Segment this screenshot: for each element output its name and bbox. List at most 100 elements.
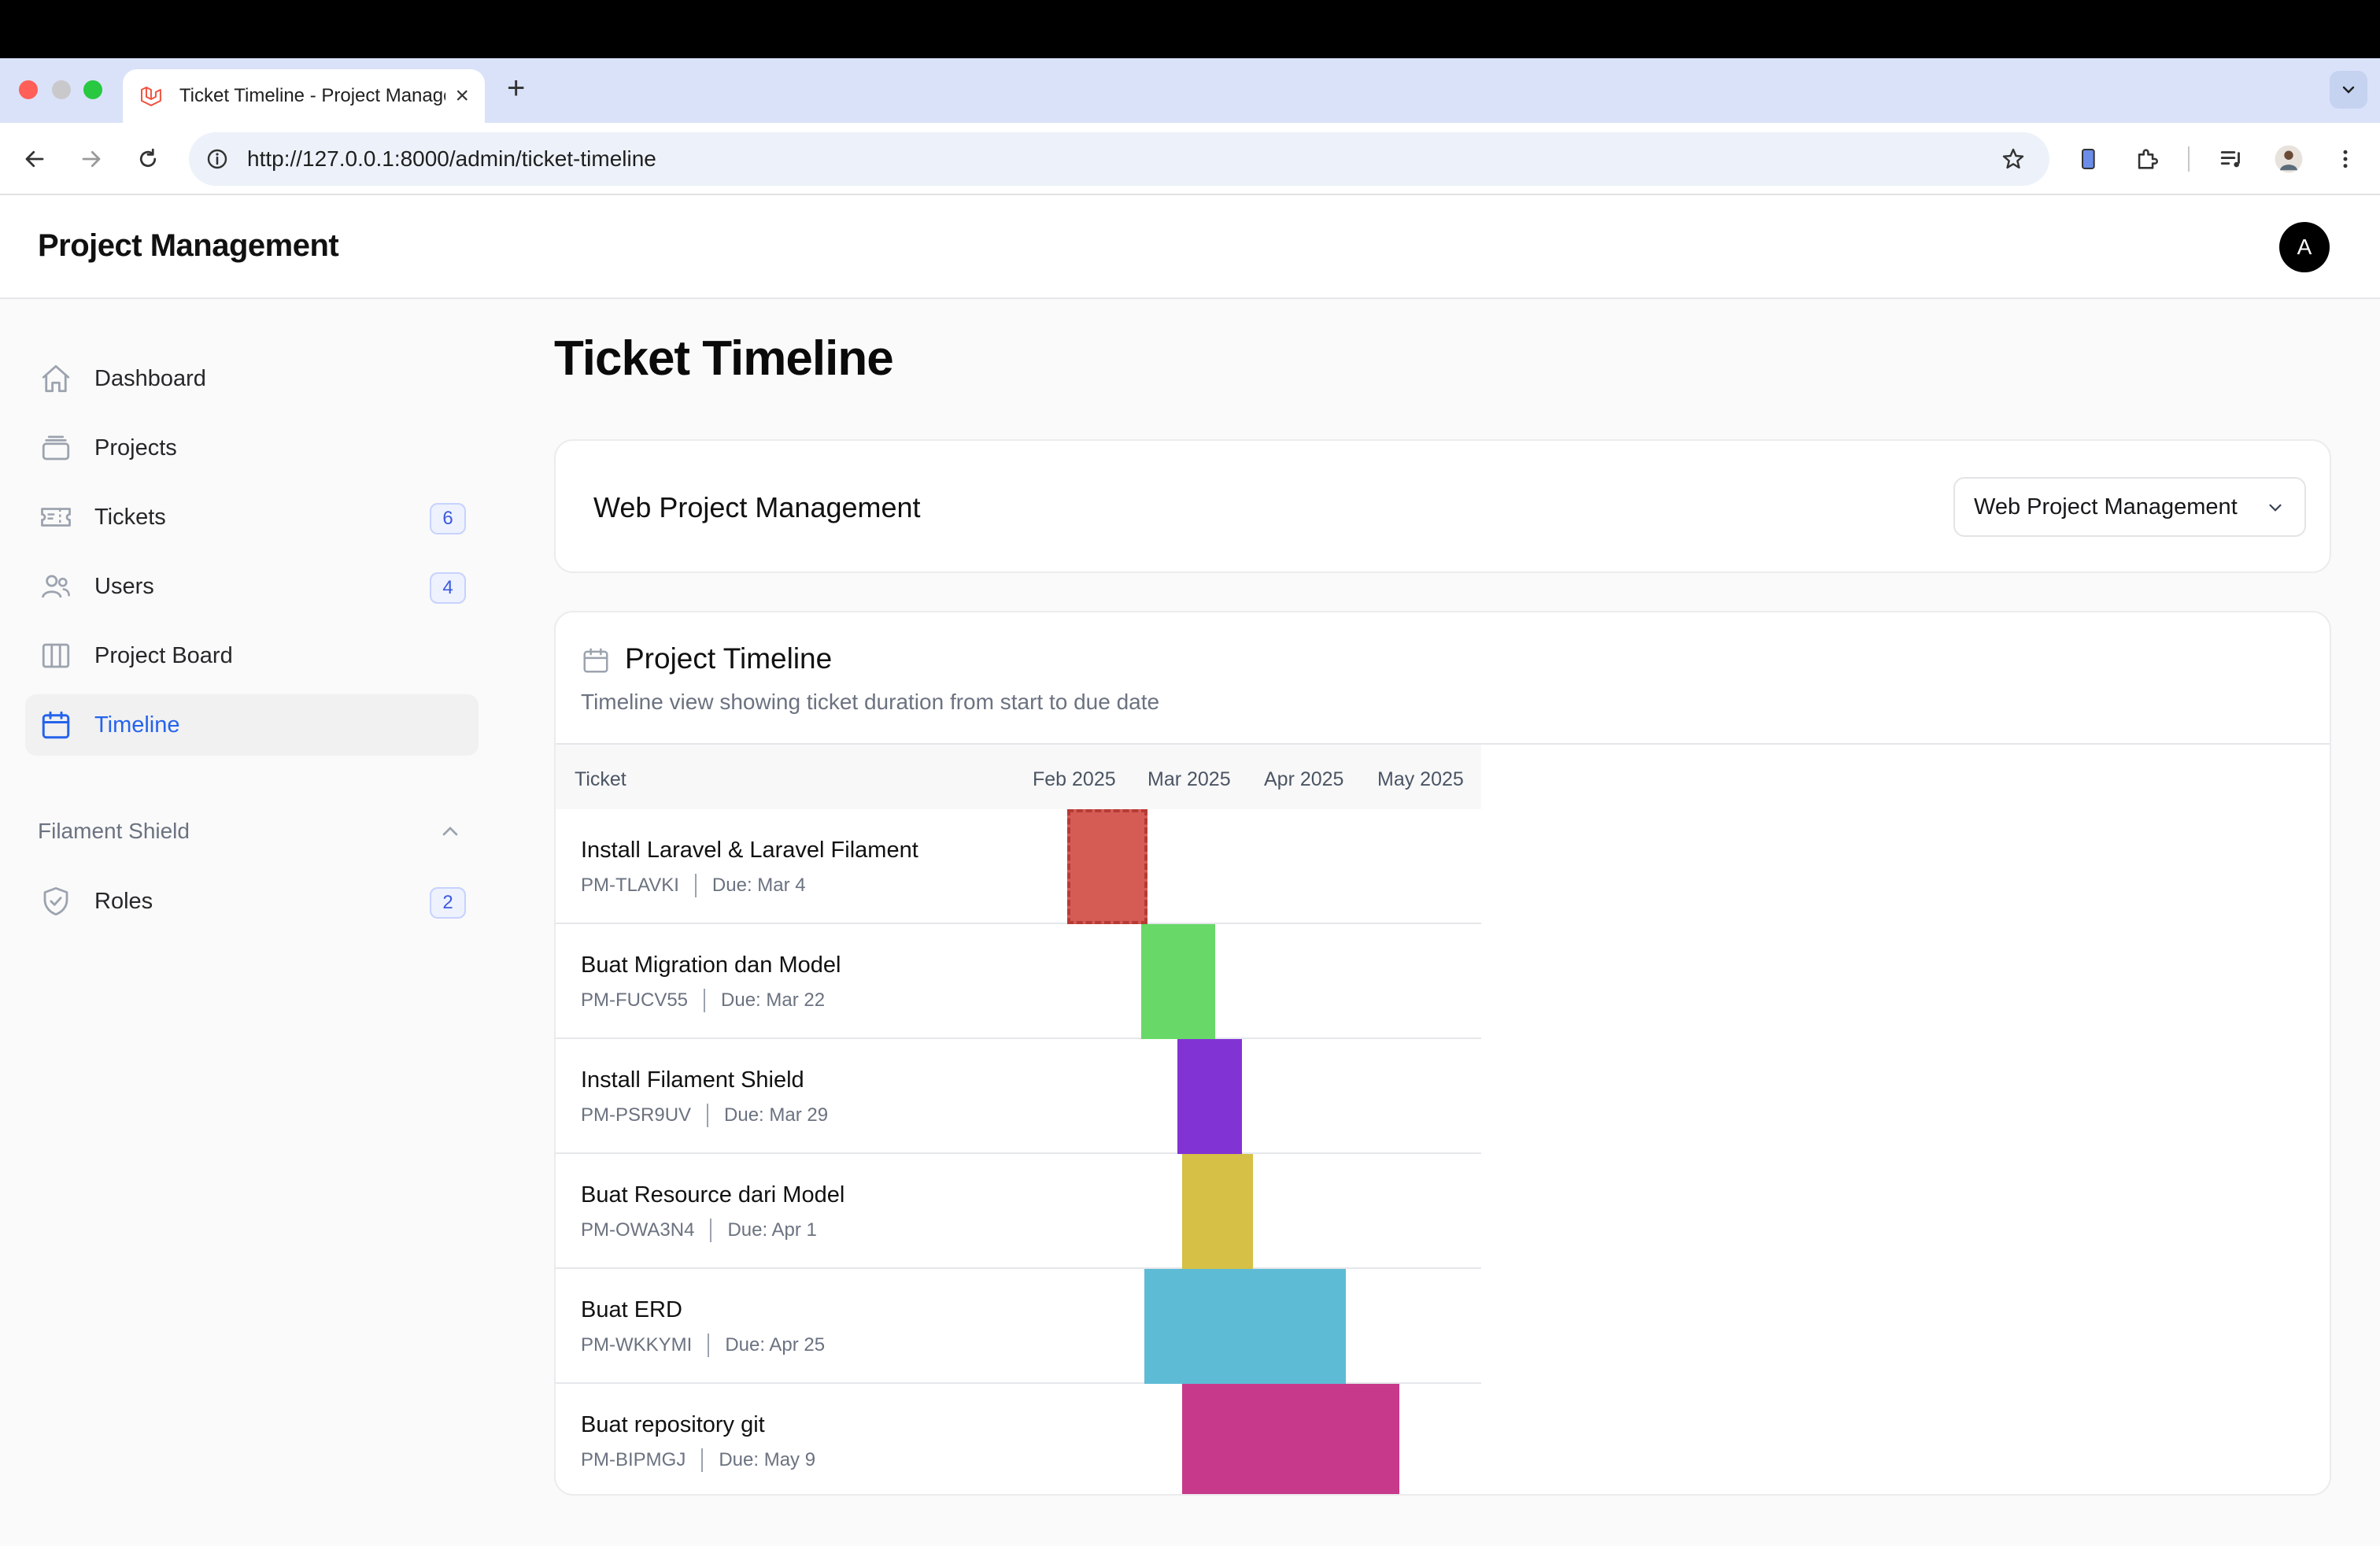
sidebar-item-label: Dashboard (94, 365, 206, 391)
users-count-badge: 4 (430, 572, 466, 604)
sidebar-item-label: Users (94, 573, 154, 599)
table-row[interactable]: Buat Migration dan Model PM-FUCV55 Due: M… (556, 924, 1481, 1039)
arrow-right-icon (82, 150, 101, 168)
ticket-due: Due: Apr 1 (727, 1219, 817, 1241)
profile-button[interactable] (2273, 143, 2304, 175)
url-text: http://127.0.0.1:8000/admin/ticket-timel… (247, 146, 656, 171)
project-select-value: Web Project Management (1974, 494, 2238, 520)
forward-button[interactable] (77, 145, 105, 173)
gantt-header: Ticket Feb 2025 Mar 2025 Apr 2025 May 20… (556, 745, 1481, 809)
ticket-meta: PM-OWA3N4 Due: Apr 1 (581, 1219, 817, 1242)
ticket-due: Due: Apr 25 (725, 1334, 826, 1356)
ticket-name: Install Filament Shield (581, 1067, 804, 1093)
new-tab-button[interactable]: + (507, 72, 525, 104)
ticket-bar[interactable] (1182, 1154, 1253, 1269)
users-icon (39, 570, 72, 603)
sidebar-item-tickets[interactable]: Tickets 6 (25, 486, 479, 548)
ticket-bar[interactable] (1144, 1269, 1346, 1384)
sidebar-item-timeline[interactable]: Timeline (25, 694, 479, 756)
extension-button[interactable] (2073, 143, 2105, 175)
project-selector-card: Web Project Management Web Project Manag… (554, 439, 2331, 573)
table-row[interactable]: Buat Resource dari Model PM-OWA3N4 Due: A… (556, 1154, 1481, 1269)
site-info-icon[interactable] (205, 146, 230, 172)
reload-button[interactable] (134, 145, 162, 173)
project-name: Web Project Management (593, 491, 921, 523)
ticket-code: PM-FUCV55 (581, 989, 689, 1011)
kebab-menu-icon (2343, 150, 2348, 168)
timeline-title: Project Timeline (625, 642, 833, 675)
tab-close-icon[interactable]: × (455, 84, 469, 108)
month-label: Mar 2025 (1148, 768, 1231, 790)
ticket-code: PM-BIPMGJ (581, 1449, 686, 1470)
ticket-meta: PM-TLAVKI Due: Mar 4 (581, 874, 806, 897)
sidebar-item-users[interactable]: Users 4 (25, 556, 479, 617)
sidebar-item-project-board[interactable]: Project Board (25, 625, 479, 686)
back-button[interactable] (20, 145, 49, 173)
browser-menu-button[interactable] (2330, 143, 2361, 175)
arrow-left-icon (25, 150, 44, 168)
project-timeline-card: Project Timeline Timeline view showing t… (554, 611, 2331, 1496)
folder-stack-icon (39, 431, 72, 464)
meta-separator (701, 1448, 704, 1472)
toolbar-separator (2188, 146, 2190, 172)
window-minimize-button[interactable] (52, 80, 71, 99)
ticket-bar[interactable] (1067, 809, 1148, 924)
chevron-down-icon (2342, 86, 2355, 94)
ticket-bar[interactable] (1177, 1039, 1242, 1154)
tickets-count-badge: 6 (430, 503, 466, 534)
table-row[interactable]: Buat ERD PM-WKKYMI Due: Apr 25 (556, 1269, 1481, 1384)
sidebar-item-label: Project Board (94, 642, 233, 668)
media-control-button[interactable] (2216, 143, 2248, 175)
table-row[interactable]: Install Filament Shield PM-PSR9UV Due: Ma… (556, 1039, 1481, 1154)
meta-separator (694, 874, 697, 897)
ticket-name: Buat ERD (581, 1297, 682, 1322)
sidebar-item-roles[interactable]: Roles 2 (25, 871, 479, 932)
month-label: Feb 2025 (1033, 768, 1116, 790)
sidebar-item-label: Roles (94, 888, 153, 914)
project-select[interactable]: Web Project Management (1953, 477, 2306, 537)
screen-top-bar (0, 0, 2380, 58)
ticket-icon (39, 501, 72, 534)
table-row[interactable]: Install Laravel & Laravel Filament PM-TL… (556, 809, 1481, 924)
sidebar-item-projects[interactable]: Projects (25, 417, 479, 479)
ticket-meta: PM-WKKYMI Due: Apr 25 (581, 1333, 825, 1357)
ticket-meta: PM-PSR9UV Due: Mar 29 (581, 1104, 828, 1127)
ticket-due: Due: May 9 (719, 1449, 816, 1470)
ticket-column-header: Ticket (575, 768, 626, 790)
reload-icon (139, 148, 157, 168)
meta-separator (707, 1104, 709, 1127)
ticket-bar[interactable] (1141, 924, 1215, 1039)
laravel-logo-icon (140, 87, 161, 106)
sidebar-item-label: Tickets (94, 504, 166, 530)
app-brand[interactable]: Project Management (38, 228, 339, 264)
address-bar[interactable]: http://127.0.0.1:8000/admin/ticket-timel… (189, 132, 2049, 186)
page-title: Ticket Timeline (554, 331, 894, 386)
table-row[interactable]: Buat repository git PM-BIPMGJ Due: May 9 (556, 1384, 1481, 1494)
user-avatar[interactable]: A (2279, 222, 2330, 272)
meta-separator (708, 1333, 710, 1357)
timeline-subtitle: Timeline view showing ticket duration fr… (581, 690, 1160, 714)
window-close-button[interactable] (19, 80, 38, 99)
ticket-name: Install Laravel & Laravel Filament (581, 838, 918, 863)
bookmark-star-icon[interactable] (2001, 146, 2026, 172)
extensions-menu-button[interactable] (2131, 143, 2163, 175)
ticket-code: PM-OWA3N4 (581, 1219, 695, 1241)
profile-avatar-icon (2275, 145, 2303, 173)
tab-search-button[interactable] (2330, 71, 2367, 109)
app-header (0, 195, 2380, 299)
browser-tab[interactable]: Ticket Timeline - Project Management × (123, 69, 485, 123)
window-zoom-button[interactable] (83, 80, 102, 99)
sidebar-item-dashboard[interactable]: Dashboard (25, 348, 479, 409)
meta-separator (710, 1219, 712, 1242)
playlist-music-icon (2220, 151, 2240, 168)
ticket-bar[interactable] (1182, 1384, 1399, 1494)
meta-separator (704, 989, 706, 1012)
month-label: May 2025 (1377, 768, 1464, 790)
ticket-due: Due: Mar 29 (724, 1104, 829, 1126)
calendar-icon (583, 648, 608, 673)
ticket-meta: PM-FUCV55 Due: Mar 22 (581, 989, 825, 1012)
columns-icon (39, 639, 72, 672)
sidebar-group-filament-shield[interactable]: Filament Shield (38, 819, 190, 844)
chevron-up-icon[interactable] (438, 819, 463, 844)
phone-extension-icon (2082, 149, 2095, 169)
